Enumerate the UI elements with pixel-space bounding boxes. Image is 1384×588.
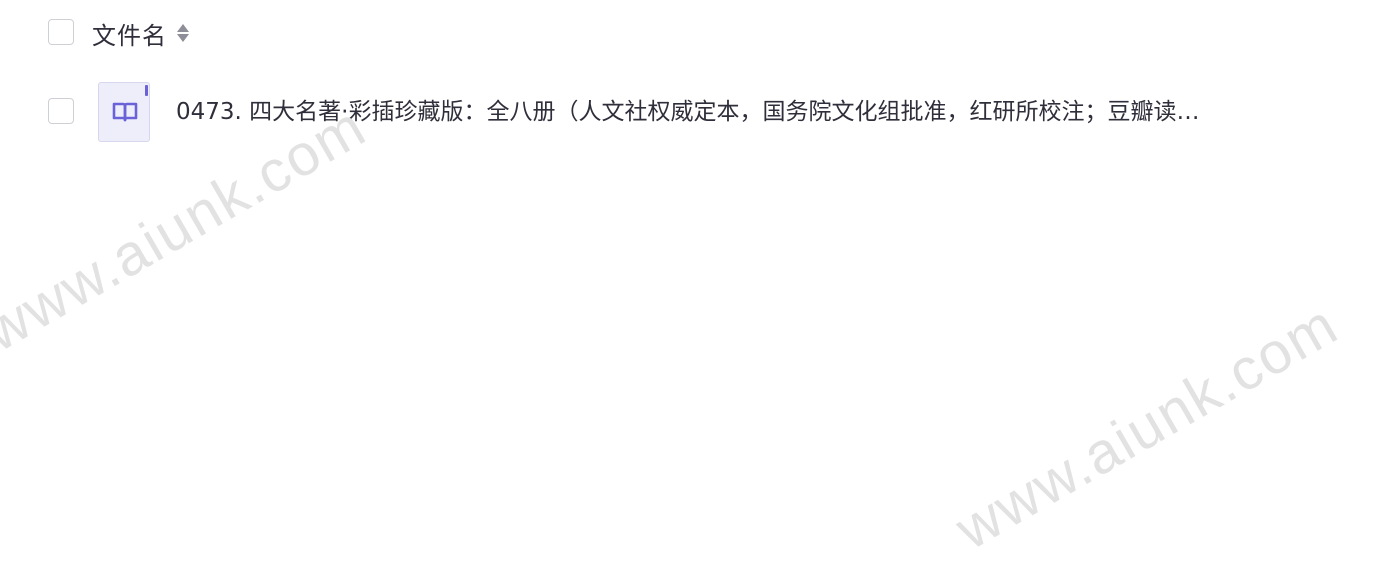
- file-corner-accent: [145, 85, 148, 96]
- table-header-row: 文件名: [0, 0, 1384, 66]
- filename-column-header[interactable]: 文件名: [92, 14, 189, 52]
- filename-column-label: 文件名: [92, 21, 167, 50]
- open-book-icon: [112, 102, 138, 122]
- sort-icon[interactable]: [177, 21, 189, 45]
- table-row[interactable]: 0473. 四大名著·彩插珍藏版：全八册（人文社权威定本，国务院文化组批准，红研…: [0, 74, 1384, 150]
- sort-descending-icon: [177, 34, 189, 42]
- sort-ascending-icon: [177, 24, 189, 32]
- file-name-link[interactable]: 0473. 四大名著·彩插珍藏版：全八册（人文社权威定本，国务院文化组批准，红研…: [176, 96, 1246, 128]
- row-select-checkbox[interactable]: [48, 98, 74, 124]
- file-list-page: 文件名 0473. 四大名著·彩插珍藏版：全八册（人文社权威定本，国务院文化组批…: [0, 0, 1384, 588]
- watermark-text: www.aiunk.com: [945, 291, 1349, 563]
- book-file-icon[interactable]: [98, 82, 150, 142]
- select-all-checkbox[interactable]: [48, 19, 74, 45]
